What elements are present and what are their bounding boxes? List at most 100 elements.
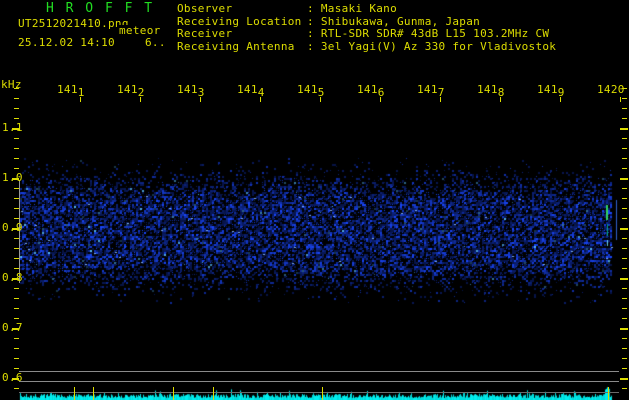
event-tick	[74, 387, 75, 400]
freq-tick-right	[622, 188, 627, 189]
freq-tick-right	[622, 288, 627, 289]
freq-tick-left	[14, 108, 19, 109]
info-row-observer: Observer: Masaki Kano	[177, 3, 397, 15]
level-strip-baseline	[19, 392, 619, 393]
freq-tick-right	[622, 208, 627, 209]
freq-tick-left	[14, 168, 19, 169]
freq-tick-left	[14, 208, 19, 209]
info-label: Observer	[177, 2, 233, 15]
info-row-receiving-location: Receiving Location: Shibukawa, Gunma, Ja…	[177, 14, 481, 28]
freq-tick-left	[14, 368, 19, 369]
freq-tick-right	[622, 368, 627, 369]
freq-tick-left	[14, 198, 19, 199]
freq-tick-left	[14, 308, 19, 309]
time-label: 1415	[297, 83, 325, 99]
freq-tick-right	[622, 248, 627, 249]
time-label: 1416	[357, 83, 385, 99]
event-tick	[608, 387, 609, 400]
time-label: 1420	[597, 83, 625, 96]
info-value: 3el Yagi(V) Az 330 for Vladivostok	[320, 40, 557, 53]
freq-tick-right	[622, 98, 627, 99]
freq-tick-left	[14, 118, 19, 119]
freq-tick-right	[622, 338, 627, 339]
freq-tick-left	[14, 338, 19, 339]
freq-label: 1.1	[2, 121, 23, 134]
info-separator: :	[307, 14, 321, 28]
freq-tick-right	[620, 378, 628, 380]
info-separator: :	[307, 40, 321, 53]
freq-label: 0.6	[2, 371, 23, 384]
freq-tick-right	[622, 258, 627, 259]
freq-tick-right	[622, 298, 627, 299]
event-tick	[213, 387, 214, 400]
info-separator: :	[307, 2, 321, 15]
freq-tick-left	[14, 138, 19, 139]
info-separator: :	[307, 27, 321, 40]
time-label: 1412	[117, 83, 145, 99]
echo-count-label: 6..	[145, 36, 166, 49]
freq-tick-left	[14, 288, 19, 289]
freq-label: 0.7	[2, 321, 23, 334]
event-tick	[173, 387, 174, 400]
freq-tick-right	[622, 168, 627, 169]
freq-tick-left	[14, 188, 19, 189]
info-label: Receiver	[177, 27, 233, 40]
freq-tick-left	[14, 218, 19, 219]
freq-tick-right	[620, 228, 628, 230]
time-label: 1411	[57, 83, 85, 99]
freq-tick-right	[622, 358, 627, 359]
event-tick	[93, 387, 94, 400]
info-row-receiving-antenna: Receiving Antenna: 3el Yagi(V) Az 330 fo…	[177, 41, 556, 53]
freq-tick-left	[14, 358, 19, 359]
freq-tick-right	[622, 268, 627, 269]
freq-label: 1.0	[2, 171, 23, 184]
freq-tick-left	[14, 268, 19, 269]
freq-tick-left	[14, 258, 19, 259]
freq-tick-right	[622, 138, 627, 139]
freq-tick-right	[620, 328, 628, 330]
freq-tick-left	[14, 148, 19, 149]
hrofft-screen: H R O F F T UT2512021410.png meteor 25.1…	[0, 0, 629, 400]
freq-tick-right	[622, 148, 627, 149]
time-label: 1418	[477, 83, 505, 99]
freq-tick-right	[622, 198, 627, 199]
info-value: RTL-SDR SDR# 43dB L15 103.2MHz CW	[320, 27, 550, 40]
time-tick	[620, 97, 621, 102]
event-tick	[322, 387, 323, 400]
freq-tick-left	[14, 298, 19, 299]
time-label: 1414	[237, 83, 265, 99]
freq-tick-right	[620, 278, 628, 280]
freq-tick-right	[620, 178, 628, 180]
output-filename: UT2512021410.png	[18, 17, 129, 30]
freq-tick-right	[622, 308, 627, 309]
freq-tick-right	[622, 318, 627, 319]
freq-tick-right	[622, 218, 627, 219]
freq-label: 0.9	[2, 221, 23, 234]
info-row-receiver: Receiver: RTL-SDR SDR# 43dB L15 103.2MHz…	[177, 28, 549, 40]
freq-tick-right	[622, 158, 627, 159]
info-label: Receiving Antenna	[177, 40, 295, 53]
freq-tick-right	[622, 388, 627, 389]
app-title: H R O F F T	[46, 1, 155, 16]
freq-tick-left	[14, 348, 19, 349]
freq-unit-label: kHz	[1, 78, 22, 91]
freq-tick-left	[14, 238, 19, 239]
freq-tick-left	[14, 248, 19, 249]
reference-line	[19, 371, 619, 372]
freq-tick-right	[620, 128, 628, 130]
time-label: 1419	[537, 83, 565, 99]
freq-tick-right	[622, 238, 627, 239]
freq-tick-right	[622, 118, 627, 119]
freq-tick-left	[14, 158, 19, 159]
spectrogram-canvas	[0, 0, 629, 400]
freq-tick-right	[622, 108, 627, 109]
freq-tick-right	[622, 348, 627, 349]
freq-label: 0.8	[2, 271, 23, 284]
freq-tick-left	[14, 388, 19, 389]
time-label: 1413	[177, 83, 205, 99]
info-label: Receiving Location	[177, 14, 302, 28]
info-value: Shibukawa, Gunma, Japan	[320, 14, 481, 28]
time-label: 1417	[417, 83, 445, 99]
info-value: Masaki Kano	[320, 2, 398, 15]
reference-line	[19, 381, 619, 382]
